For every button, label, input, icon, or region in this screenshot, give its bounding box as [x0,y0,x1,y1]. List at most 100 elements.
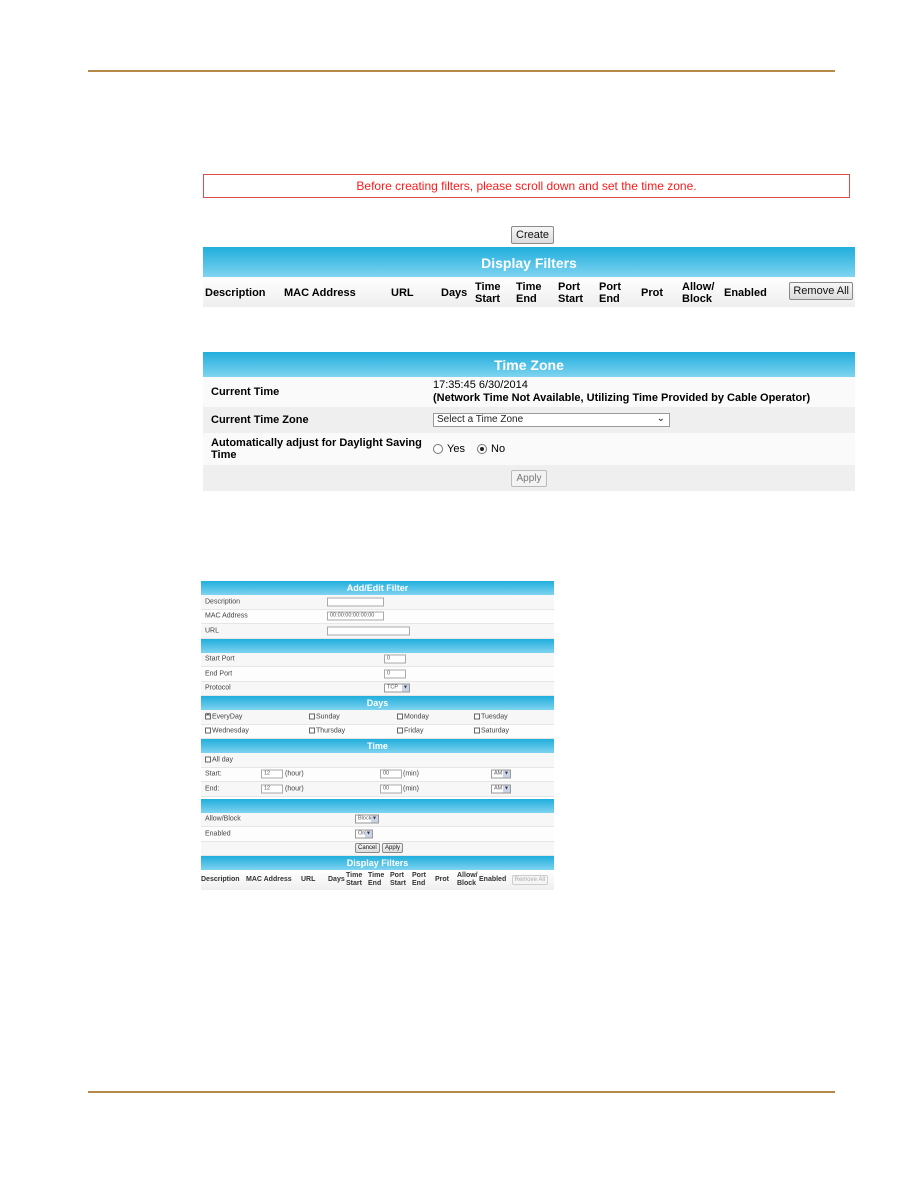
days-rows: EveryDay Sunday Monday Tuesday Wednesday… [201,710,554,739]
dst-yes-radio[interactable] [433,444,443,455]
protocol-select[interactable]: TCP ▼ [384,683,410,693]
time-rows: All day Start: 12 (hour) 00 (min) AM ▼ En… [201,753,554,797]
current-time-zone-label: Current Time Zone [211,414,309,426]
checkbox-icon [474,713,480,720]
all-day-checkbox[interactable]: All day [205,756,233,763]
start-port-input[interactable]: 0 [384,654,406,664]
protocol-select-value: TCP [387,684,398,691]
day-tuesday[interactable]: Tuesday [474,713,508,720]
allow-block-select[interactable]: Block ▼ [355,814,379,824]
current-time-value: 17:35:45 6/30/2014 (Network Time Not Ava… [433,379,810,405]
mac-address-input[interactable]: 00:00:00:00:00:00 [327,611,384,621]
col-time-start: Time Start [475,281,500,305]
col-description: Description [205,287,266,299]
end-port-row: End Port 0 [201,667,554,682]
cancel-button[interactable]: Cancel [355,843,380,854]
start-hour-input[interactable]: 12 [261,769,283,779]
col-prot: Prot [435,876,449,883]
dst-yes-label: Yes [447,443,465,456]
col-time-start-l2: Start [346,880,362,887]
col-allow-block-l2: Block [457,880,477,887]
checkbox-icon [397,727,403,734]
time-zone-warning: Before creating filters, please scroll d… [203,174,850,198]
col-port-end-l2: End [412,880,426,887]
chevron-down-icon: ▼ [371,815,378,823]
days-row-1: EveryDay Sunday Monday Tuesday [201,710,554,725]
col-time-end: Time End [368,872,384,888]
end-port-label: End Port [205,670,233,678]
col-port-end-l2: End [599,293,620,305]
apply-button[interactable]: Apply [382,843,404,854]
day-monday[interactable]: Monday [397,713,429,720]
col-time-start: Time Start [346,872,362,888]
time-zone-select[interactable]: Select a Time Zone ⌄ [433,413,670,427]
description-input[interactable] [327,597,384,607]
add-edit-filter-title: Add/Edit Filter [201,581,554,595]
col-port-start-l2: Start [558,293,584,305]
day-monday-label: Monday [404,713,429,721]
time-zone-apply-button[interactable]: Apply [511,469,547,487]
end-port-input[interactable]: 0 [384,669,406,679]
display-filters-title-small: Display Filters [201,856,554,870]
allow-block-row: Allow/Block Block ▼ [201,812,554,827]
description-label: Description [205,598,241,606]
url-row: URL [201,624,554,639]
time-zone-title: Time Zone [203,352,855,377]
day-wednesday[interactable]: Wednesday [205,728,249,735]
day-sunday[interactable]: Sunday [309,713,340,720]
end-ampm-value: AM [494,785,503,792]
create-button[interactable]: Create [511,226,555,244]
day-thursday-label: Thursday [316,727,346,735]
col-port-end-l1: Port [412,872,426,879]
dst-no-radio[interactable] [477,444,488,455]
rule-rows: Allow/Block Block ▼ Enabled On ▼ Cancel Ap… [201,812,554,856]
days-title: Days [201,696,554,710]
col-time-end-l1: Time [516,281,542,293]
display-filters-panel: Display Filters Description MAC Address … [203,247,855,307]
filter-identity-rows: Description MAC Address 00:00:00:00:00:0… [201,595,554,639]
col-prot: Prot [641,287,663,299]
current-time-label: Current Time [211,386,280,398]
header-rule [88,70,835,72]
col-time-start-l2: Start [475,293,501,305]
url-input[interactable] [327,626,410,636]
time-zone-panel: Time Zone Current Time 17:35:45 6/30/201… [203,352,855,491]
description-row: Description [201,595,554,610]
start-min-unit: (min) [403,770,419,778]
start-min-input[interactable]: 00 [380,769,402,779]
current-time-row: Current Time 17:35:45 6/30/2014 (Network… [203,377,855,407]
end-min-input[interactable]: 00 [380,784,402,794]
dst-label: Automatically adjust for Daylight Saving… [211,437,422,461]
protocol-label: Protocol [205,684,231,692]
day-everyday[interactable]: EveryDay [205,711,242,720]
day-friday[interactable]: Friday [397,728,423,735]
col-description: Description [201,876,240,883]
allow-block-label: Allow/Block [205,815,241,823]
enabled-label: Enabled [205,830,231,838]
day-saturday[interactable]: Saturday [474,728,509,735]
end-ampm-select[interactable]: AM ▼ [491,784,511,794]
remove-all-button-small[interactable]: Remove All [511,875,548,885]
enabled-select[interactable]: On ▼ [355,829,373,839]
col-time-start-l1: Time [475,281,501,293]
col-mac-address: MAC Address [284,287,356,299]
start-hour-unit: (hour) [285,770,304,778]
col-port-start-l2: Start [390,880,406,887]
ports-rows: Start Port 0 End Port 0 Protocol TCP ▼ [201,652,554,696]
col-time-start-l1: Time [346,872,363,879]
col-mac-address: MAC Address [246,876,292,883]
day-friday-label: Friday [404,727,424,735]
start-ampm-select[interactable]: AM ▼ [491,769,511,779]
enabled-row: Enabled On ▼ [201,827,554,842]
day-thursday[interactable]: Thursday [309,728,345,735]
remove-all-button[interactable]: Remove All [789,282,853,300]
time-zone-apply-row: Apply [203,465,855,491]
col-days: Days [441,287,468,299]
end-hour-input[interactable]: 12 [261,784,283,794]
add-edit-filter-panel: Add/Edit Filter Description MAC Address … [201,581,554,890]
form-buttons-row: Cancel Apply [201,841,554,856]
col-url: URL [391,287,414,299]
start-label: Start: [205,770,222,778]
start-ampm-value: AM [494,770,503,777]
footer-rule [88,1091,835,1093]
